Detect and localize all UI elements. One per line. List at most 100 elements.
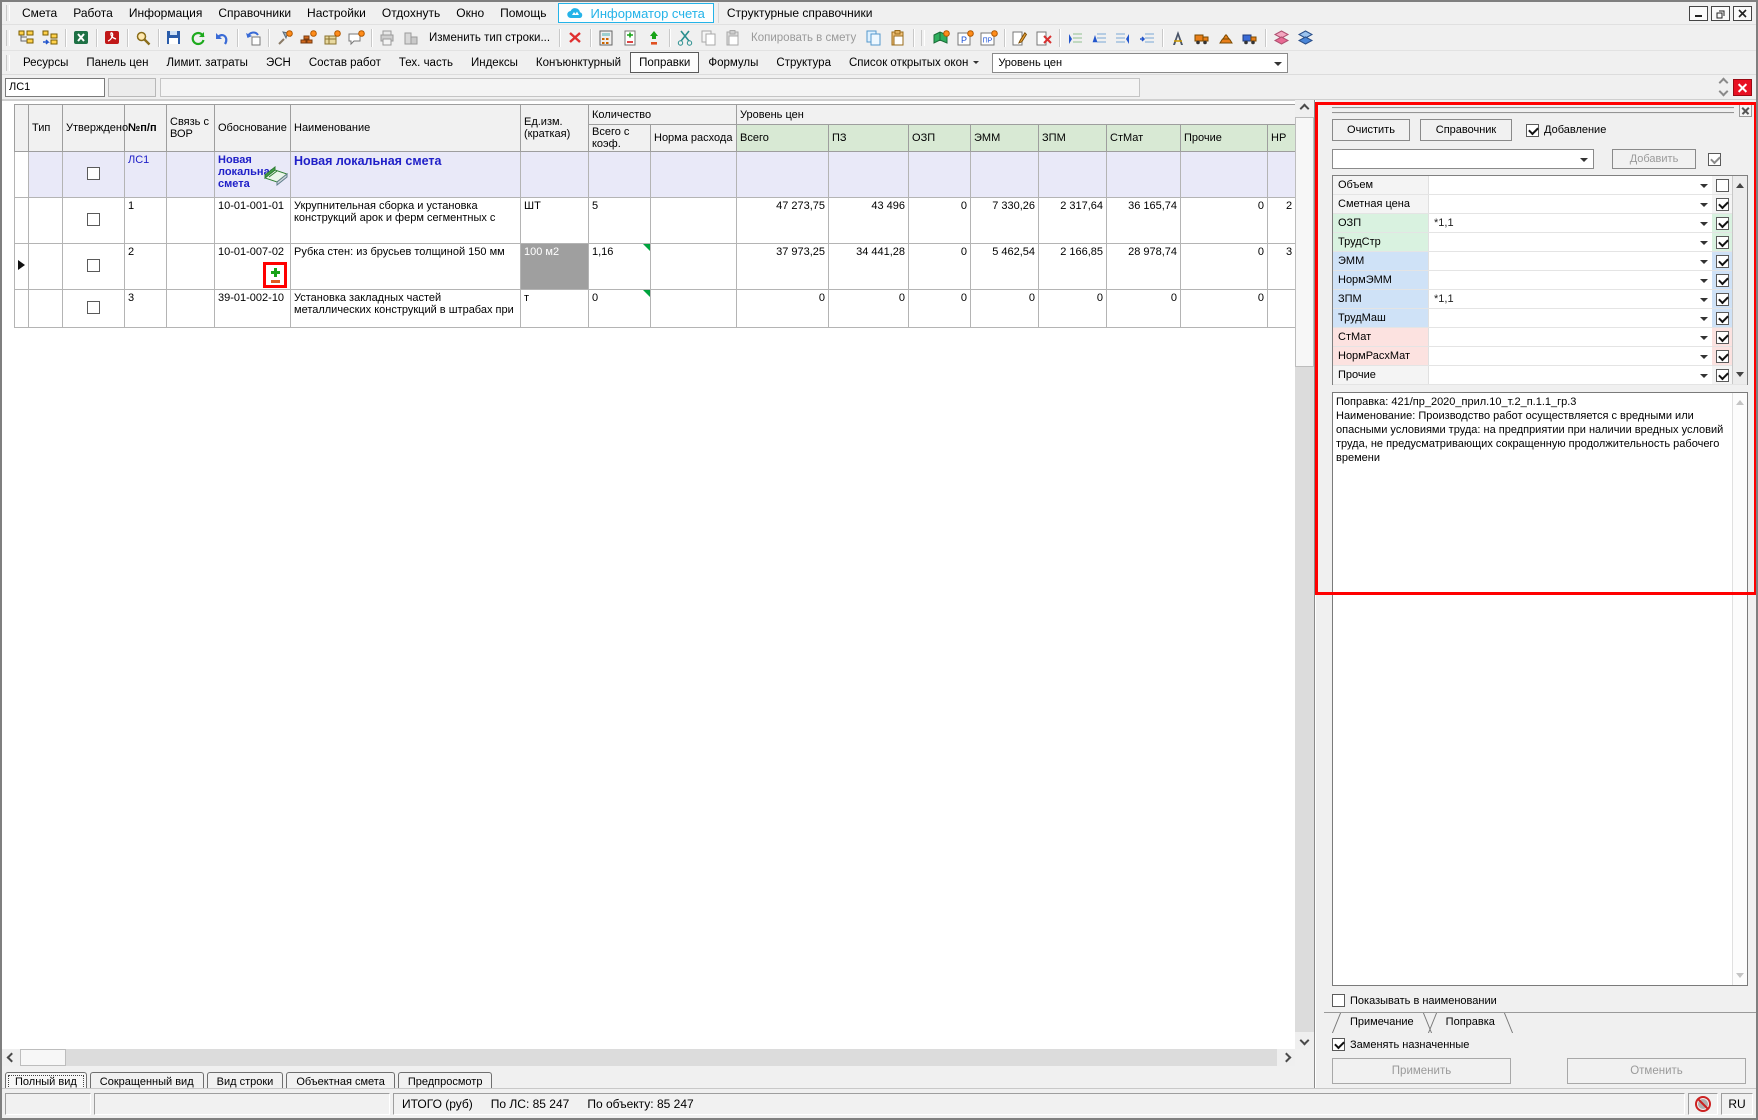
vor-cell[interactable] (167, 244, 215, 290)
param-checkbox[interactable] (1716, 217, 1729, 230)
toolbar-gripper[interactable] (6, 5, 10, 21)
equipment-truck-icon[interactable] (1238, 27, 1262, 49)
outdent-icon[interactable] (1111, 27, 1135, 49)
param-checkbox[interactable] (1716, 198, 1729, 211)
replace-assigned-checkbox[interactable] (1332, 1038, 1345, 1051)
indent-up-icon[interactable] (1087, 27, 1111, 49)
panel-button-Структура[interactable]: Структура (767, 52, 840, 73)
stmat-cell[interactable]: 0 (1107, 290, 1181, 328)
remove-correction-icon[interactable] (271, 280, 280, 283)
add-row-icon[interactable] (618, 27, 642, 49)
param-dropdown[interactable] (1696, 233, 1712, 251)
grid-vertical-scrollbar[interactable] (1295, 100, 1314, 1049)
other-cell[interactable]: 0 (1181, 290, 1268, 328)
col-header-unit[interactable]: Ед.изм. (краткая) (521, 105, 589, 152)
num-cell[interactable]: 3 (125, 290, 167, 328)
doc-field-wide[interactable] (160, 78, 1140, 97)
paste-colored-icon[interactable] (886, 27, 910, 49)
menu-item-Отдохнуть[interactable]: Отдохнуть (374, 3, 448, 23)
param-dropdown[interactable] (1696, 328, 1712, 346)
calculator-icon[interactable] (594, 27, 618, 49)
table-row[interactable]: 210-01-007-02Рубка стен: из брусьев толщ… (15, 244, 1296, 290)
panel-button-Конъюнктурный[interactable]: Конъюнктурный (527, 52, 630, 73)
indent-icon[interactable] (1135, 27, 1159, 49)
delete-icon[interactable] (563, 27, 587, 49)
param-checkbox[interactable] (1716, 350, 1729, 363)
export-excel-icon[interactable] (69, 27, 93, 49)
zpm-cell[interactable]: 2 166,85 (1039, 244, 1107, 290)
insert-remove-icon[interactable] (642, 27, 666, 49)
approved-checkbox[interactable] (87, 213, 100, 226)
pz-cell[interactable] (829, 152, 909, 198)
col-header-other[interactable]: Прочие (1181, 125, 1268, 152)
col-header-num[interactable]: №п/п (125, 105, 167, 152)
zpm-cell[interactable]: 0 (1039, 290, 1107, 328)
layers-pink-icon[interactable] (1269, 27, 1293, 49)
zpm-cell[interactable] (1039, 152, 1107, 198)
panel-tab-Поправка[interactable]: Поправка (1430, 1013, 1511, 1033)
param-value-field[interactable]: *1,1 (1429, 290, 1696, 308)
unit-cell[interactable] (521, 152, 589, 198)
layers-blue-icon[interactable] (1293, 27, 1317, 49)
ozp-cell[interactable]: 0 (909, 290, 971, 328)
save-icon[interactable] (162, 27, 186, 49)
vor-cell[interactable] (167, 198, 215, 244)
emm-cell[interactable]: 5 462,54 (971, 244, 1039, 290)
col-header-qty-total[interactable]: Всего с коэф. (589, 125, 651, 152)
comment-icon[interactable] (344, 27, 368, 49)
ozp-cell[interactable] (909, 152, 971, 198)
param-dropdown[interactable] (1696, 309, 1712, 327)
close-document-button[interactable] (1733, 79, 1752, 96)
norm-cell[interactable] (651, 198, 737, 244)
row-marker-cell[interactable] (15, 244, 29, 290)
approved-checkbox[interactable] (87, 259, 100, 272)
param-value-field[interactable] (1429, 176, 1696, 194)
param-dropdown[interactable] (1696, 195, 1712, 213)
zpm-cell[interactable]: 2 317,64 (1039, 198, 1107, 244)
restore-button[interactable] (1711, 6, 1730, 21)
correction-note-area[interactable]: Поправка: 421/пр_2020_прил.10_т.2_п.1.1_… (1332, 392, 1748, 986)
param-value-field[interactable] (1429, 252, 1696, 270)
param-checkbox[interactable] (1716, 312, 1729, 325)
stmat-cell[interactable] (1107, 152, 1181, 198)
col-header-nr[interactable]: НР (1268, 125, 1295, 152)
param-checkbox[interactable] (1716, 369, 1729, 382)
num-cell[interactable]: ЛС1 (125, 152, 167, 198)
materials-crate-icon[interactable] (320, 27, 344, 49)
row-marker-cell[interactable] (15, 152, 29, 198)
print-icon[interactable] (375, 27, 399, 49)
col-header-vor[interactable]: Связь с ВОР (167, 105, 215, 152)
toolbar-gripper[interactable] (6, 55, 10, 71)
emm-cell[interactable]: 0 (971, 290, 1039, 328)
table-row[interactable]: 3 39-01-002-10Установка закладных частей … (15, 290, 1296, 328)
other-cell[interactable]: 0 (1181, 244, 1268, 290)
total-cell[interactable] (737, 152, 829, 198)
other-cell[interactable]: 0 (1181, 198, 1268, 244)
panel-button-Тех. часть[interactable]: Тех. часть (390, 52, 462, 73)
col-header-ozp[interactable]: ОЗП (909, 125, 971, 152)
approved-cell[interactable] (63, 152, 125, 198)
name-cell[interactable]: Установка закладных частей металлических… (291, 290, 521, 328)
row-marker-cell[interactable] (15, 290, 29, 328)
tree-view-icon[interactable] (14, 27, 38, 49)
close-button[interactable] (1733, 6, 1752, 21)
type-cell[interactable] (29, 290, 63, 328)
grid-horizontal-scrollbar[interactable] (2, 1049, 1295, 1066)
row-marker-cell[interactable] (15, 198, 29, 244)
edit-note-icon[interactable] (1008, 27, 1032, 49)
col-header-emm[interactable]: ЭММ (971, 125, 1039, 152)
total-cell[interactable]: 37 973,25 (737, 244, 829, 290)
paste-icon[interactable] (721, 27, 745, 49)
basis-cell[interactable]: 39-01-002-10 (215, 290, 291, 328)
param-value-field[interactable] (1429, 271, 1696, 289)
param-dropdown[interactable] (1696, 214, 1712, 232)
menu-item-Справочники[interactable]: Справочники (210, 3, 299, 23)
basis-cell[interactable]: 10-01-001-01 (215, 198, 291, 244)
approved-cell[interactable] (63, 290, 125, 328)
param-dropdown[interactable] (1696, 366, 1712, 384)
scroll-up-button[interactable] (1295, 100, 1314, 117)
approved-checkbox[interactable] (87, 167, 100, 180)
measure-compass-icon[interactable] (1166, 27, 1190, 49)
add-button[interactable]: Добавить (1612, 149, 1696, 169)
scrollbar-thumb[interactable] (20, 1049, 66, 1066)
